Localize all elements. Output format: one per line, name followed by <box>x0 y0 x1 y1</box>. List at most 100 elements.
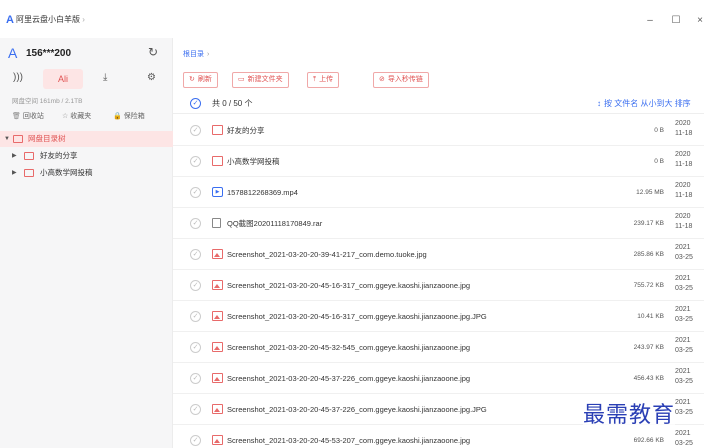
file-date-monthday: 03-25 <box>675 254 693 261</box>
file-row[interactable]: ✓ Screenshot_2021-03-20-20-39-41-217_com.… <box>173 239 704 270</box>
safe-box-link[interactable]: 🔒 保险箱 <box>113 112 145 122</box>
tab-ali[interactable]: Ali <box>43 69 83 89</box>
row-checkbox[interactable]: ✓ <box>190 311 201 322</box>
tree-item-math-submissions[interactable]: ▶ 小高数学网投稿 <box>0 165 173 181</box>
file-row[interactable]: ✓ Screenshot_2021-03-20-20-45-32-545_com.… <box>173 332 704 363</box>
account-row: A 156***200 ↻ <box>0 44 173 62</box>
file-row[interactable]: ✓ QQ截图20201118170849.rar 239.17 KB 2020 11-1… <box>173 208 704 239</box>
file-date-monthday: 11-18 <box>675 161 693 168</box>
archive-file-icon <box>212 218 221 228</box>
file-name[interactable]: Screenshot_2021-03-20-20-45-16-317_com.g… <box>227 280 470 291</box>
account-refresh-icon[interactable]: ↻ <box>148 45 158 59</box>
file-date-monthday: 03-25 <box>675 409 693 416</box>
caret-right-icon[interactable]: ▶ <box>12 148 17 164</box>
file-name[interactable]: Screenshot_2021-03-20-20-45-37-226_com.g… <box>227 373 470 384</box>
row-checkbox[interactable]: ✓ <box>190 280 201 291</box>
file-date: 2021 03-25 <box>675 398 703 418</box>
refresh-button[interactable]: ↻ 刷新 <box>183 72 218 88</box>
favorites-link[interactable]: ☆ 收藏夹 <box>62 112 91 122</box>
minimize-button[interactable]: – <box>645 16 655 26</box>
refresh-icon: ↻ <box>189 76 195 83</box>
file-date: 2020 11-18 <box>675 119 703 139</box>
file-date-year: 2021 <box>675 337 691 344</box>
row-checkbox[interactable]: ✓ <box>190 342 201 353</box>
trash-icon: 🗑 <box>12 113 21 120</box>
select-all-checkbox[interactable]: ✓ <box>190 98 201 109</box>
file-row[interactable]: ✓ ▶ 1578812268369.mp4 12.95 MB 2020 11-18 <box>173 177 704 208</box>
file-date-year: 2021 <box>675 368 691 375</box>
image-file-icon <box>212 249 223 259</box>
file-name[interactable]: Screenshot_2021-03-20-20-45-37-226_com.g… <box>227 404 487 415</box>
file-date-year: 2020 <box>675 151 691 158</box>
file-row[interactable]: ✓ 好友的分享 0 B 2020 11-18 <box>173 115 704 146</box>
file-name[interactable]: QQ截图20201118170849.rar <box>227 218 322 229</box>
file-date-year: 2021 <box>675 430 691 437</box>
upload-button[interactable]: ⤒ 上传 <box>307 72 340 88</box>
file-date: 2021 03-25 <box>675 274 703 294</box>
recycle-bin-link[interactable]: 🗑 回收站 <box>12 112 44 122</box>
file-date-year: 2020 <box>675 182 691 189</box>
import-link-button[interactable]: ⊘ 导入秒传链 <box>373 72 429 88</box>
file-size: 243.97 KB <box>633 344 664 351</box>
row-checkbox[interactable]: ✓ <box>190 187 201 198</box>
file-date-monthday: 03-25 <box>675 378 693 385</box>
main-panel: 根目录 › ↻ 刷新 ▭ 新建文件夹 ⤒ 上传 ⊘ 导入秒传链 ✓ 共 0 / 50 个 … <box>173 38 704 448</box>
file-row[interactable]: ✓ Screenshot_2021-03-20-20-45-16-317_com.… <box>173 301 704 332</box>
folder-icon <box>13 135 23 143</box>
row-checkbox[interactable]: ✓ <box>190 249 201 260</box>
file-name[interactable]: Screenshot_2021-03-20-20-45-32-545_com.g… <box>227 342 470 353</box>
row-checkbox[interactable]: ✓ <box>190 373 201 384</box>
file-row[interactable]: ✓ 小高数学网投稿 0 B 2020 11-18 <box>173 146 704 177</box>
maximize-button[interactable]: ☐ <box>671 16 681 26</box>
file-name[interactable]: Screenshot_2021-03-20-20-45-53-207_com.g… <box>227 435 470 446</box>
file-date-monthday: 03-25 <box>675 440 693 447</box>
tree-root[interactable]: ▼ 网盘目录树 <box>0 131 173 147</box>
selection-count: 共 0 / 50 个 <box>212 99 253 108</box>
row-checkbox[interactable]: ✓ <box>190 218 201 229</box>
caret-right-icon[interactable]: ▶ <box>12 165 17 181</box>
lock-icon: 🔒 <box>113 113 122 120</box>
folder-icon <box>24 169 34 177</box>
row-checkbox[interactable]: ✓ <box>190 156 201 167</box>
file-date-year: 2021 <box>675 275 691 282</box>
file-name[interactable]: Screenshot_2021-03-20-20-39-41-217_com.d… <box>227 249 427 260</box>
file-size: 0 B <box>654 158 664 165</box>
download-icon[interactable]: ⤓ <box>103 71 107 85</box>
file-name[interactable]: Screenshot_2021-03-20-20-45-16-317_com.g… <box>227 311 487 322</box>
file-date: 2020 11-18 <box>675 150 703 170</box>
image-file-icon <box>212 373 223 383</box>
close-button[interactable]: × <box>695 16 704 26</box>
rss-icon[interactable]: ))) <box>13 71 23 85</box>
row-checkbox[interactable]: ✓ <box>190 404 201 415</box>
sort-control[interactable]: ↕ 按 文件名 从小到大 排序 <box>597 98 691 110</box>
file-date-year: 2021 <box>675 399 691 406</box>
folder-icon <box>24 152 34 160</box>
folder-icon <box>212 125 223 135</box>
file-name[interactable]: 好友的分享 <box>227 125 265 136</box>
watermark: 最需教育 <box>583 402 676 430</box>
sidebar: A 156***200 ↻ ))) Ali ⤓ ⚙ 网盘空间 161mb / 2… <box>0 38 173 448</box>
file-date: 2021 03-25 <box>675 429 703 448</box>
gear-icon[interactable]: ⚙ <box>147 71 156 85</box>
link-icon: ⊘ <box>379 76 385 83</box>
row-checkbox[interactable]: ✓ <box>190 125 201 136</box>
file-row[interactable]: ✓ Screenshot_2021-03-20-20-45-16-317_com.… <box>173 270 704 301</box>
file-name[interactable]: 小高数学网投稿 <box>227 156 280 167</box>
caret-down-icon[interactable]: ▼ <box>4 131 10 147</box>
file-size: 692.66 KB <box>633 437 664 444</box>
title-bar: A 阿里云盘小白羊版 › – ☐ × <box>0 0 704 38</box>
tree-item-friends-share[interactable]: ▶ 好友的分享 <box>0 148 173 164</box>
file-date: 2021 03-25 <box>675 305 703 325</box>
breadcrumb-root[interactable]: 根目录 <box>183 51 204 58</box>
new-folder-button[interactable]: ▭ 新建文件夹 <box>232 72 289 88</box>
sidebar-tab-row: ))) Ali ⤓ ⚙ <box>0 68 173 90</box>
file-date-monthday: 03-25 <box>675 285 693 292</box>
toolbar: ↻ 刷新 ▭ 新建文件夹 ⤒ 上传 ⊘ 导入秒传链 <box>183 72 583 88</box>
file-name[interactable]: 1578812268369.mp4 <box>227 187 298 198</box>
file-date-monthday: 03-25 <box>675 347 693 354</box>
file-date-year: 2021 <box>675 306 691 313</box>
video-file-icon: ▶ <box>212 187 223 197</box>
row-checkbox[interactable]: ✓ <box>190 435 201 446</box>
file-row[interactable]: ✓ Screenshot_2021-03-20-20-45-37-226_com.… <box>173 363 704 394</box>
account-name[interactable]: 156***200 <box>26 48 71 59</box>
